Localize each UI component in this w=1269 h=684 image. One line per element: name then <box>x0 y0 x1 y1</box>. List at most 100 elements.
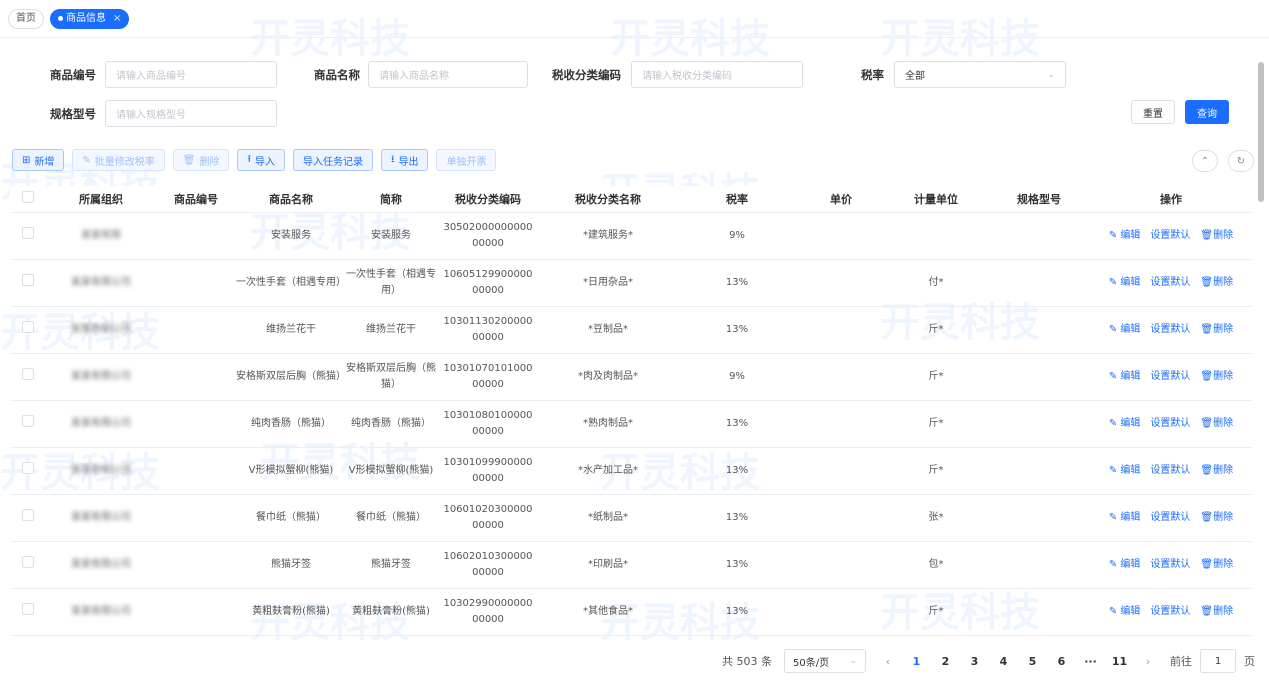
more-pages-icon[interactable]: ··· <box>1076 655 1105 668</box>
tax-name-cell: *水产加工品* <box>540 447 676 495</box>
delete-link[interactable]: 🗑删除 <box>1200 228 1233 244</box>
collapse-icon[interactable]: ⌃ <box>1192 150 1218 172</box>
spec-input[interactable]: 请输入规格型号 <box>105 100 277 127</box>
goto-label: 前往 <box>1170 655 1192 668</box>
tax-rate-select[interactable]: 全部 ⌄ <box>894 61 1066 88</box>
ops-cell: ✎ 编辑 设置默认 🗑删除 <box>1090 353 1252 401</box>
row-checkbox[interactable] <box>10 306 46 354</box>
table-row[interactable]: 某某有限公司 熊猫牙签 熊猫牙签 10602010300000 00000 *印刷品* 13… <box>10 541 1252 589</box>
delete-link[interactable]: 🗑删除 <box>1200 557 1233 573</box>
row-checkbox[interactable] <box>10 400 46 448</box>
page-number[interactable]: 2 <box>931 655 960 668</box>
row-checkbox[interactable] <box>10 541 46 589</box>
edit-icon: ✎ <box>82 154 91 166</box>
set-default-link[interactable]: 设置默认 <box>1150 228 1190 244</box>
price-cell <box>798 541 884 589</box>
table-row[interactable]: 某某有限公司 V形模拟蟹柳(熊猫) V形模拟蟹柳(熊猫) 10301099900000… <box>10 447 1252 495</box>
refresh-icon[interactable]: ↻ <box>1228 150 1254 172</box>
next-page-icon[interactable]: › <box>1134 655 1162 668</box>
delete-link[interactable]: 🗑删除 <box>1200 369 1233 385</box>
set-default-link[interactable]: 设置默认 <box>1150 275 1190 291</box>
batch-edit-tax-button[interactable]: ✎ 批量修改税率 <box>72 149 165 171</box>
row-checkbox[interactable] <box>10 588 46 636</box>
set-default-link[interactable]: 设置默认 <box>1150 604 1190 620</box>
edit-link[interactable]: ✎ 编辑 <box>1109 275 1141 291</box>
single-invoice-button[interactable]: 单独开票 <box>436 149 497 171</box>
delete-link[interactable]: 🗑删除 <box>1200 275 1233 291</box>
price-cell <box>798 400 884 448</box>
delete-link[interactable]: 🗑删除 <box>1200 416 1233 432</box>
set-default-link[interactable]: 设置默认 <box>1150 322 1190 338</box>
delete-link[interactable]: 🗑删除 <box>1200 604 1233 620</box>
ops-cell: ✎ 编辑 设置默认 🗑删除 <box>1090 306 1252 354</box>
row-checkbox[interactable] <box>10 353 46 401</box>
tax-code-input[interactable]: 请输入税收分类编码 <box>631 61 803 88</box>
page-number[interactable]: 6 <box>1047 655 1076 668</box>
tax-name-cell: *豆制品* <box>540 306 676 354</box>
scrollbar-thumb[interactable] <box>1258 62 1264 202</box>
edit-link[interactable]: ✎ 编辑 <box>1109 369 1141 385</box>
set-default-link[interactable]: 设置默认 <box>1150 416 1190 432</box>
tab-home[interactable]: 首页 <box>8 8 44 29</box>
query-button[interactable]: 查询 <box>1185 100 1229 124</box>
page-number[interactable]: 1 <box>902 655 931 668</box>
close-icon[interactable]: × <box>113 10 121 28</box>
reset-button[interactable]: 重置 <box>1131 100 1175 124</box>
edit-link[interactable]: ✎ 编辑 <box>1109 510 1141 526</box>
ops-cell: ✎ 编辑 设置默认 🗑删除 <box>1090 588 1252 636</box>
spec-cell <box>988 212 1090 260</box>
row-checkbox[interactable] <box>10 447 46 495</box>
page-number[interactable]: 3 <box>960 655 989 668</box>
delete-link[interactable]: 🗑删除 <box>1200 463 1233 479</box>
short-name-cell: 安格斯双层后胸（熊猫） <box>346 353 436 401</box>
edit-link[interactable]: ✎ 编辑 <box>1109 604 1141 620</box>
import-log-button[interactable]: 导入任务记录 <box>292 149 373 171</box>
page-size-select[interactable]: 50条/页 ⌄ <box>784 649 866 673</box>
table-row[interactable]: 某某有限公司 安格斯双层后胸（熊猫） 安格斯双层后胸（熊猫） 103010701010… <box>10 353 1252 401</box>
edit-link[interactable]: ✎ 编辑 <box>1109 463 1141 479</box>
add-button[interactable]: ⊞ 新增 <box>12 149 65 171</box>
export-button[interactable]: ⭳ 导出 <box>380 149 429 171</box>
set-default-link[interactable]: 设置默认 <box>1150 463 1190 479</box>
product-code-cell <box>156 588 236 636</box>
row-checkbox[interactable] <box>10 494 46 542</box>
tab-product-info[interactable]: 商品信息 × <box>50 8 130 29</box>
edit-link[interactable]: ✎ 编辑 <box>1109 322 1141 338</box>
table-row[interactable]: 某某有限公司 黄粗麸膏粉(熊猫) 黄粗麸膏粉(熊猫) 10302990000000 00… <box>10 588 1252 636</box>
batch-delete-button[interactable]: 🗑 删除 <box>172 149 230 171</box>
goto-page-input[interactable]: 1 <box>1200 649 1236 673</box>
product-name-input[interactable]: 请输入商品名称 <box>368 61 528 88</box>
table-row[interactable]: 某某有限公司 维扬兰花干 维扬兰花干 10301130200000 00000 *豆制品*… <box>10 306 1252 354</box>
prev-page-icon[interactable]: ‹ <box>874 655 902 668</box>
vertical-scrollbar[interactable] <box>1258 52 1264 632</box>
edit-link[interactable]: ✎ 编辑 <box>1109 557 1141 573</box>
toolbar: ⊞ 新增 ✎ 批量修改税率 🗑 删除 ⭱ 导入 导入任务记录 ⭳ 导出 单独开票 <box>12 149 497 171</box>
tax-rate-cell: 13% <box>676 541 798 589</box>
table-row[interactable]: 某某有限公司 餐巾纸（熊猫） 餐巾纸（熊猫） 10601020300000 00000 *… <box>10 494 1252 542</box>
select-all-checkbox[interactable] <box>10 186 46 213</box>
import-button[interactable]: ⭱ 导入 <box>237 149 285 171</box>
tax-name-cell: *熟肉制品* <box>540 400 676 448</box>
spec-cell <box>988 541 1090 589</box>
unit-cell: 斤* <box>884 447 988 495</box>
page-number[interactable]: 4 <box>989 655 1018 668</box>
set-default-link[interactable]: 设置默认 <box>1150 369 1190 385</box>
edit-link[interactable]: ✎ 编辑 <box>1109 416 1141 432</box>
page-number[interactable]: 5 <box>1018 655 1047 668</box>
set-default-link[interactable]: 设置默认 <box>1150 510 1190 526</box>
tab-label: 商品信息 <box>66 12 106 24</box>
set-default-link[interactable]: 设置默认 <box>1150 557 1190 573</box>
row-checkbox[interactable] <box>10 259 46 307</box>
product-code-input[interactable]: 请输入商品编号 <box>105 61 277 88</box>
row-checkbox[interactable] <box>10 212 46 260</box>
delete-link[interactable]: 🗑删除 <box>1200 322 1233 338</box>
table-row[interactable]: 某某有限公司 纯肉香肠（熊猫） 纯肉香肠（熊猫） 10301080100000 0000… <box>10 400 1252 448</box>
edit-link[interactable]: ✎ 编辑 <box>1109 228 1141 244</box>
table-row[interactable]: 某某有限 安装服务 安装服务 30502000000000 00000 *建筑服务* 9% ✎… <box>10 212 1252 260</box>
delete-link[interactable]: 🗑删除 <box>1200 510 1233 526</box>
tax-code-cell: 10301099900000 00000 <box>436 447 540 495</box>
total-count: 共 503 条 <box>722 655 772 668</box>
page-number[interactable]: 11 <box>1105 655 1134 668</box>
ops-cell: ✎ 编辑 设置默认 🗑删除 <box>1090 259 1252 307</box>
table-row[interactable]: 某某有限公司 一次性手套（相遇专用） 一次性手套（相遇专用） 106051299000… <box>10 259 1252 307</box>
